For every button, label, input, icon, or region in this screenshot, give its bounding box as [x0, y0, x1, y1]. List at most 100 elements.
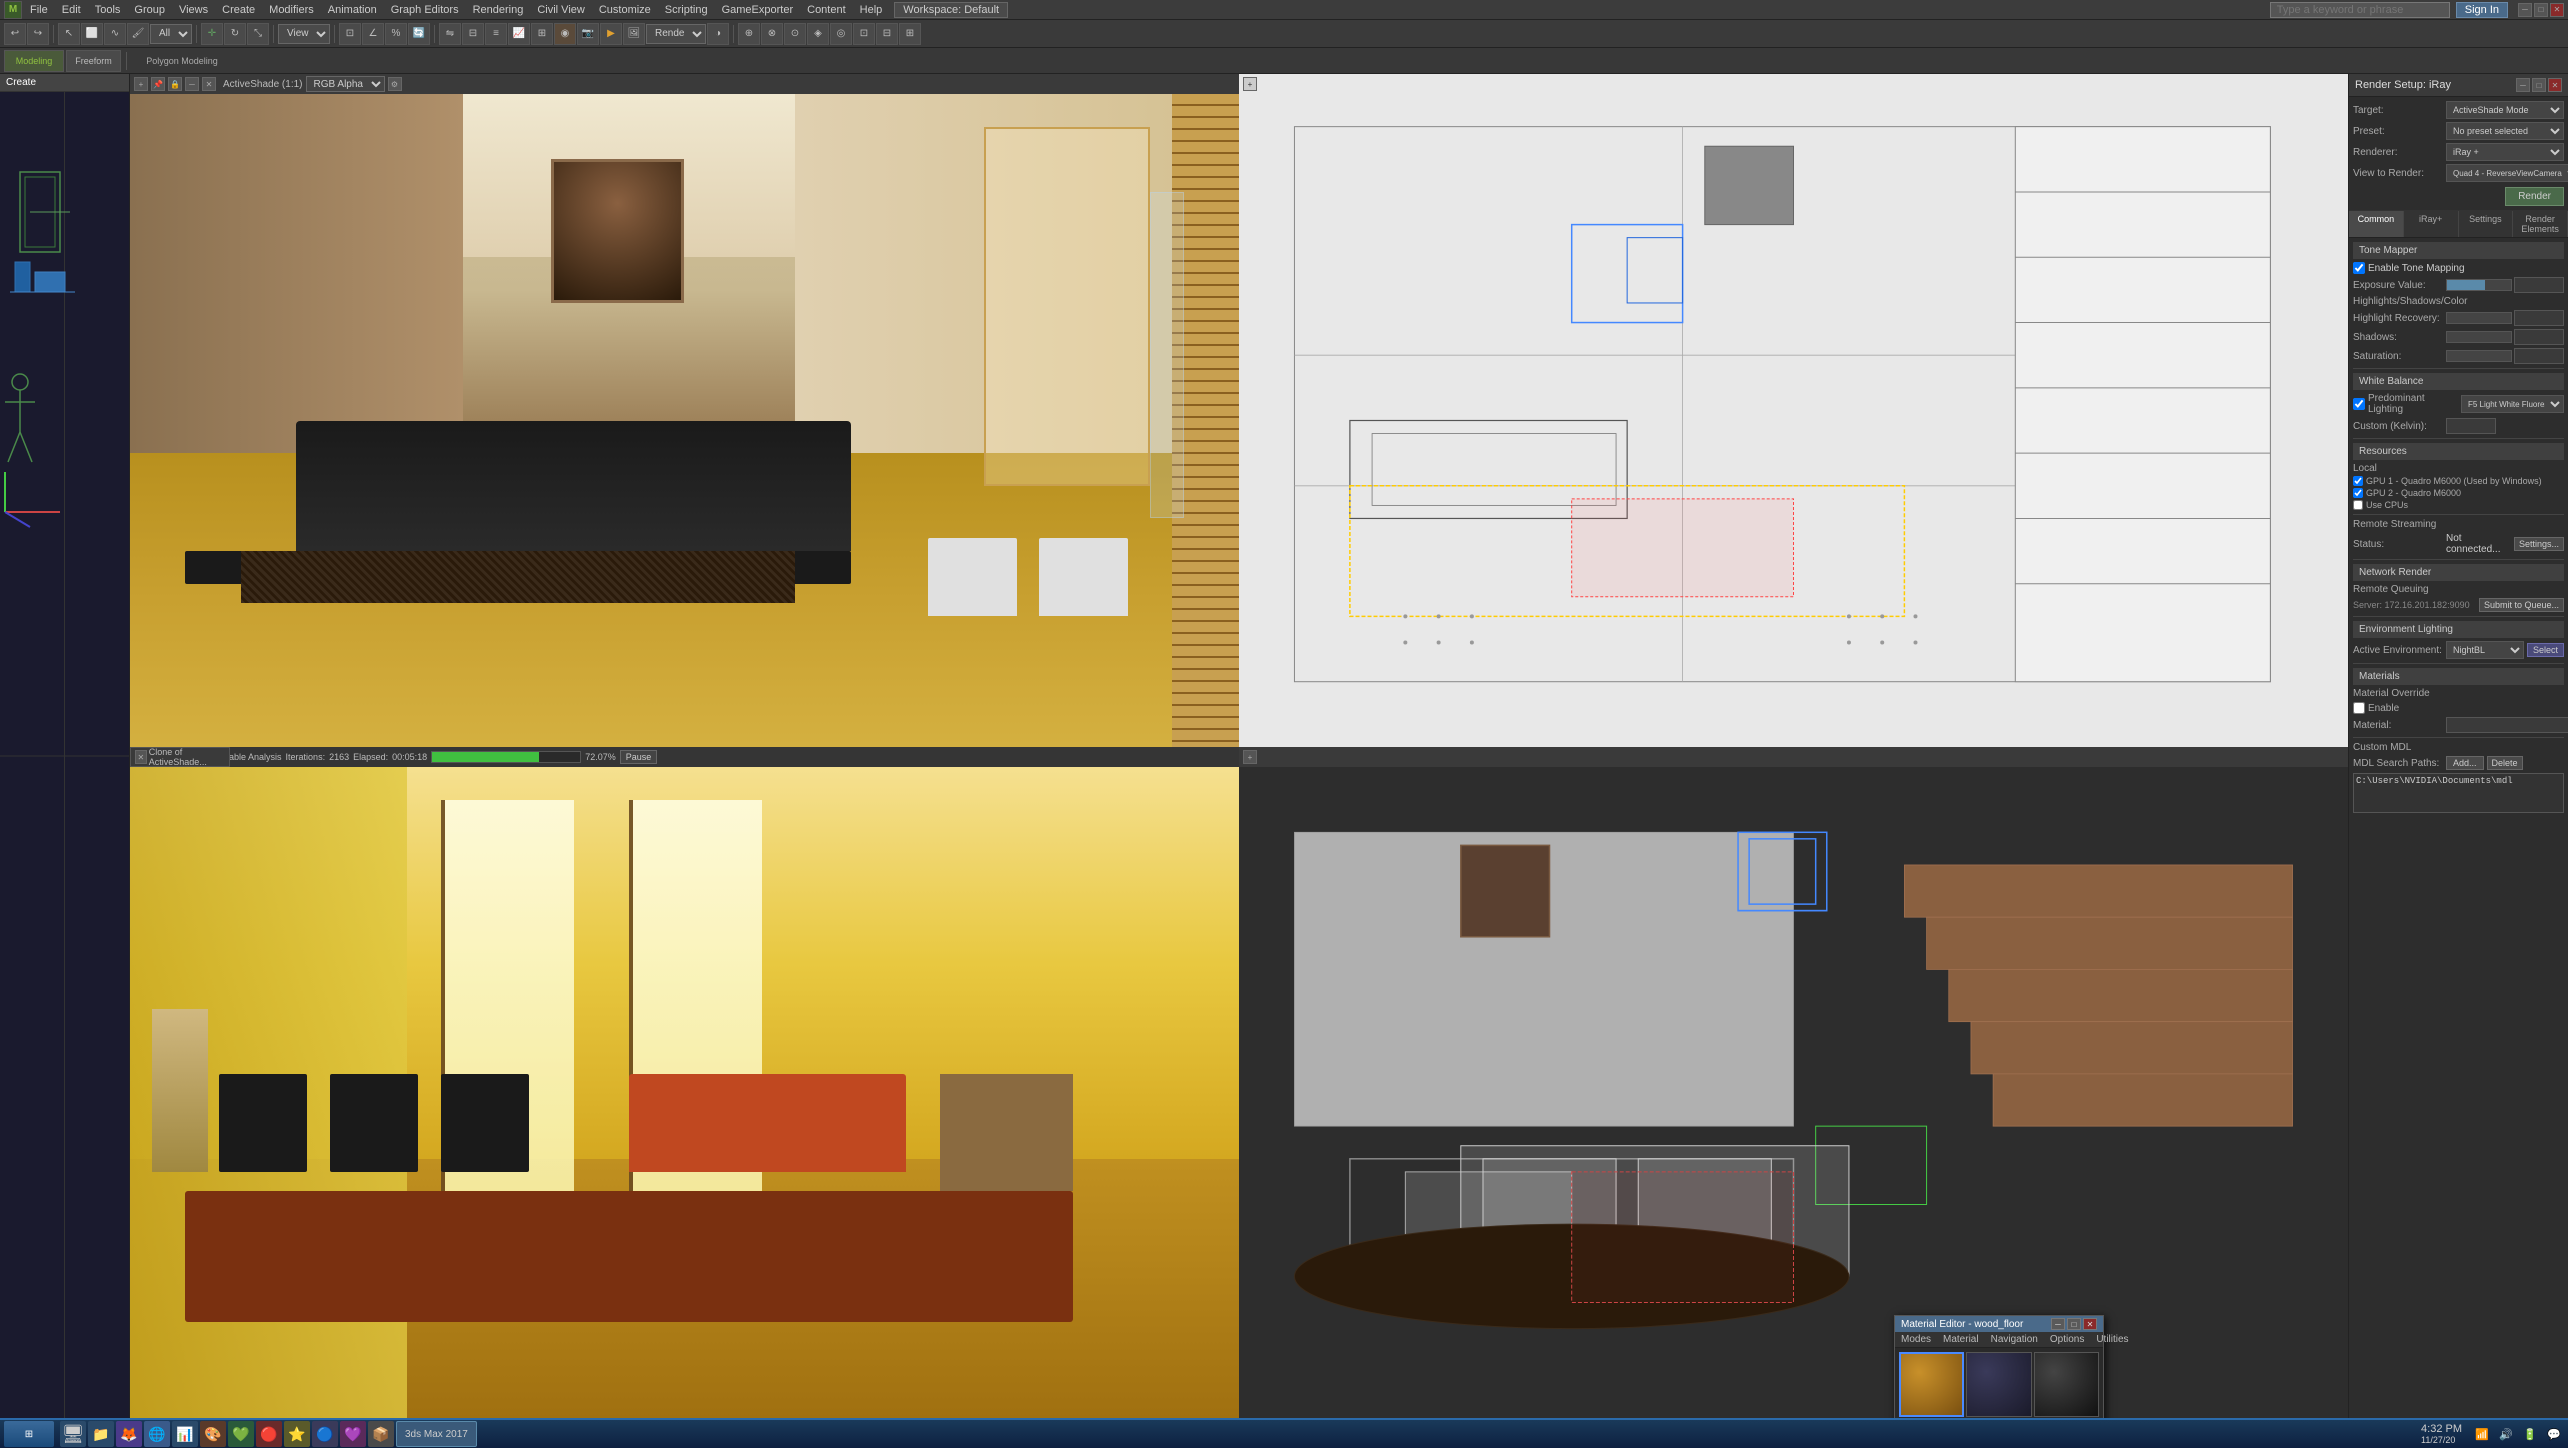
- rs-exposure-input[interactable]: 5.359: [2514, 277, 2564, 293]
- percent-snap[interactable]: %: [385, 23, 407, 45]
- rs-tab-settings[interactable]: Settings: [2459, 211, 2514, 237]
- scale-tool[interactable]: ⤡: [247, 23, 269, 45]
- me-close[interactable]: ✕: [2083, 1318, 2097, 1330]
- taskbar-icon-12[interactable]: 📦: [368, 1421, 394, 1447]
- gpu2-checkbox[interactable]: [2353, 488, 2363, 498]
- taskbar-icon-6[interactable]: 🎨: [200, 1421, 226, 1447]
- menu-tools[interactable]: Tools: [89, 3, 127, 17]
- rs-tab-common[interactable]: Common: [2349, 211, 2404, 237]
- rs-material-input[interactable]: Material: [2446, 717, 2568, 733]
- vp1-pin-btn[interactable]: 📌: [151, 77, 165, 91]
- rs-minimize[interactable]: ─: [2516, 78, 2530, 92]
- menu-content[interactable]: Content: [801, 3, 852, 17]
- viewport-3[interactable]: + 📌 🔒 ✕ Enable Analysis Iterations: 2163…: [130, 747, 1239, 1420]
- viewport-config[interactable]: Render: [646, 24, 706, 44]
- vp1-settings-btn[interactable]: ⚙: [388, 77, 402, 91]
- material-override-checkbox[interactable]: [2353, 702, 2365, 714]
- mode-btn-1[interactable]: Modeling: [4, 50, 64, 72]
- menu-modifiers[interactable]: Modifiers: [263, 3, 320, 17]
- start-button[interactable]: ⊞: [4, 1421, 54, 1447]
- menu-civil-view[interactable]: Civil View: [531, 3, 590, 17]
- mode-btn-2[interactable]: Freeform: [66, 50, 121, 72]
- render-frame-icon[interactable]: 🖼: [623, 23, 645, 45]
- me-slot-2[interactable]: [1966, 1352, 2031, 1417]
- menu-group[interactable]: Group: [128, 3, 171, 17]
- rs-close[interactable]: ✕: [2548, 78, 2562, 92]
- me-menu-modes[interactable]: Modes: [1897, 1333, 1935, 1346]
- menu-scripting[interactable]: Scripting: [659, 3, 714, 17]
- menu-customize[interactable]: Customize: [593, 3, 657, 17]
- me-slot-1[interactable]: [1899, 1352, 1964, 1417]
- schematic-view[interactable]: ⊞: [531, 23, 553, 45]
- paint-select-tool[interactable]: 🖌: [127, 23, 149, 45]
- tray-icon-volume[interactable]: 🔊: [2496, 1424, 2516, 1444]
- rs-tab-iray[interactable]: iRay+: [2404, 211, 2459, 237]
- me-slot-3[interactable]: [2034, 1352, 2099, 1417]
- taskbar-icon-3[interactable]: 🦊: [116, 1421, 142, 1447]
- active-shade-icon[interactable]: ◑: [707, 23, 729, 45]
- spinner-snap[interactable]: 🔄: [408, 23, 430, 45]
- menu-edit[interactable]: Edit: [56, 3, 87, 17]
- rs-maximize[interactable]: □: [2532, 78, 2546, 92]
- rs-saturation-input[interactable]: 0.0: [2514, 348, 2564, 364]
- menu-views[interactable]: Views: [173, 3, 214, 17]
- rs-highlight-input[interactable]: 0.0: [2514, 310, 2564, 326]
- rs-white-balance-title[interactable]: White Balance: [2353, 373, 2564, 390]
- rs-preset-dropdown[interactable]: No preset selected: [2446, 122, 2564, 140]
- undo-icon[interactable]: ↩: [4, 23, 26, 45]
- me-menu-material[interactable]: Material: [1939, 1333, 1983, 1346]
- rs-shadows-slider-track[interactable]: [2446, 331, 2512, 343]
- redo-icon[interactable]: ↪: [27, 23, 49, 45]
- me-menu-navigation[interactable]: Navigation: [1987, 1333, 2042, 1346]
- more-tools-8[interactable]: ⊞: [899, 23, 921, 45]
- layer-manager[interactable]: ≡: [485, 23, 507, 45]
- rs-tab-elements[interactable]: Render Elements: [2513, 211, 2568, 237]
- taskbar-icon-11[interactable]: 💜: [340, 1421, 366, 1447]
- me-menu-utilities[interactable]: Utilities: [2092, 1333, 2132, 1346]
- lasso-tool[interactable]: ∿: [104, 23, 126, 45]
- rs-delete-btn[interactable]: Delete: [2487, 756, 2523, 770]
- taskbar-icon-1[interactable]: 🖥: [60, 1421, 86, 1447]
- menu-help[interactable]: Help: [854, 3, 889, 17]
- select-tool[interactable]: ↖: [58, 23, 80, 45]
- taskbar-icon-5[interactable]: 📊: [172, 1421, 198, 1447]
- taskbar-3dsmax[interactable]: 3ds Max 2017: [396, 1421, 477, 1447]
- rs-shadows-input[interactable]: 0.0: [2514, 329, 2564, 345]
- more-tools-4[interactable]: ◈: [807, 23, 829, 45]
- reference-coordinate[interactable]: View: [278, 24, 330, 44]
- viewport-2[interactable]: +: [1239, 74, 2348, 747]
- rs-highlight-slider-track[interactable]: [2446, 312, 2512, 324]
- taskbar-icon-10[interactable]: 🔵: [312, 1421, 338, 1447]
- rs-saturation-slider-track[interactable]: [2446, 350, 2512, 362]
- pause-button[interactable]: Pause: [620, 750, 658, 764]
- workspace-label[interactable]: Workspace: Default: [894, 2, 1008, 18]
- curve-editor[interactable]: 📈: [508, 23, 530, 45]
- rs-env-title[interactable]: Environment Lighting: [2353, 621, 2564, 638]
- minimize-button[interactable]: ─: [2518, 3, 2532, 17]
- clone-close[interactable]: ✕: [135, 750, 147, 764]
- rs-renderer-dropdown[interactable]: iRay +: [2446, 143, 2564, 161]
- more-tools-7[interactable]: ⊟: [876, 23, 898, 45]
- select-region-tool[interactable]: ⬜: [81, 23, 103, 45]
- render-button[interactable]: Render: [2505, 187, 2564, 206]
- more-tools-6[interactable]: ⊡: [853, 23, 875, 45]
- more-tools-1[interactable]: ⊕: [738, 23, 760, 45]
- menu-rendering[interactable]: Rendering: [467, 3, 530, 17]
- predominant-lighting-checkbox[interactable]: [2353, 398, 2365, 410]
- vp4-menu-btn[interactable]: +: [1243, 750, 1257, 764]
- rs-tone-mapper-title[interactable]: Tone Mapper: [2353, 242, 2564, 259]
- mirror-tool[interactable]: ⇋: [439, 23, 461, 45]
- render-setup-icon[interactable]: 📷: [577, 23, 599, 45]
- cpus-checkbox[interactable]: [2353, 500, 2363, 510]
- maximize-button[interactable]: □: [2534, 3, 2548, 17]
- viewport-4[interactable]: +: [1239, 747, 2348, 1420]
- angle-snap[interactable]: ∠: [362, 23, 384, 45]
- rs-mdl-path-textarea[interactable]: C:\Users\NVIDIA\Documents\mdl: [2353, 773, 2564, 813]
- me-menu-options[interactable]: Options: [2046, 1333, 2088, 1346]
- rs-active-env-dropdown[interactable]: NightBL: [2446, 641, 2524, 659]
- vp2-menu-btn[interactable]: +: [1243, 77, 1257, 91]
- vp1-channel-dropdown[interactable]: RGB Alpha: [306, 76, 385, 92]
- vp1-min-btn[interactable]: ─: [185, 77, 199, 91]
- select-move-tool[interactable]: ✛: [201, 23, 223, 45]
- rs-settings-btn[interactable]: Settings...: [2514, 537, 2564, 551]
